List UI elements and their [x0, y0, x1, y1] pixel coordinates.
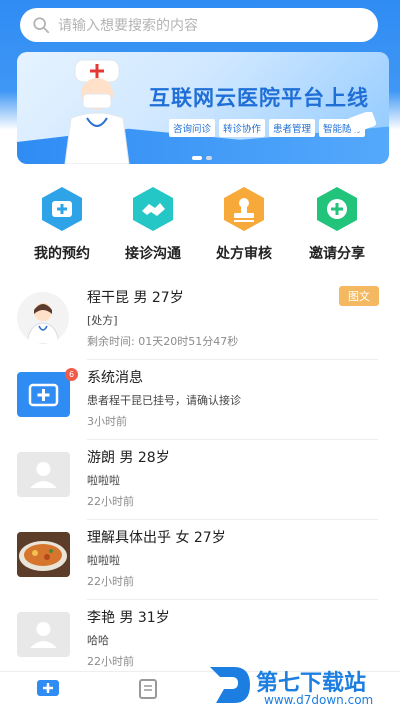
quick-menu: 我的预约 接诊沟通 处方审核 邀请分享 — [0, 185, 400, 263]
menu-consultation[interactable]: 接诊沟通 — [113, 185, 193, 263]
menu-prescription-review[interactable]: 处方审核 — [204, 185, 284, 263]
message-preview: 啦啦啦 — [87, 554, 120, 567]
message-preview: [处方] — [87, 314, 118, 327]
page-dot — [206, 156, 212, 160]
menu-my-appointments[interactable]: 我的预约 — [22, 185, 102, 263]
food-photo-avatar — [17, 532, 70, 577]
message-preview: 哈哈 — [87, 634, 109, 647]
handshake-icon — [133, 187, 173, 231]
menu-label: 我的预约 — [34, 246, 90, 262]
tab-records[interactable] — [128, 678, 168, 711]
menu-label: 处方审核 — [216, 246, 272, 262]
user-placeholder-icon — [17, 612, 70, 657]
plus-icon — [317, 187, 357, 231]
stamp-icon — [224, 187, 264, 231]
message-title: 系统消息 — [87, 370, 143, 386]
list-item[interactable]: 程干昆 男 27岁 图文 [处方] 剩余时间: 01天20时51分47秒 — [0, 280, 400, 360]
list-item[interactable]: 6 系统消息 患者程干昆已挂号，请确认接诊 3小时前 — [0, 360, 400, 440]
doctor-illustration — [64, 59, 130, 164]
patient-name: 游朗 男 28岁 — [87, 450, 170, 466]
banner-pagination — [192, 156, 212, 160]
patient-name: 程干昆 男 27岁 — [87, 290, 184, 306]
message-time: 22小时前 — [87, 575, 134, 588]
message-time: 22小时前 — [87, 655, 134, 668]
system-message-icon — [17, 372, 70, 417]
default-avatar — [17, 612, 70, 657]
search-bar[interactable]: 请输入想要搜索的内容 — [20, 8, 378, 42]
default-avatar — [17, 452, 70, 497]
page-dot-active — [192, 156, 202, 160]
message-time: 3小时前 — [87, 415, 127, 428]
food-photo-icon — [17, 532, 70, 577]
phone-icon — [347, 112, 377, 132]
banner-tag: 转诊协作 — [219, 119, 266, 137]
watermark-url: www.d7down.com — [264, 693, 374, 707]
message-time: 剩余时间: 01天20时51分47秒 — [87, 335, 239, 348]
user-placeholder-icon — [17, 452, 70, 497]
promo-banner[interactable]: 互联网云医院平台上线 咨询问诊 转诊协作 患者管理 智能随访 — [17, 52, 389, 164]
banner-title: 互联网云医院平台上线 — [149, 86, 369, 110]
patient-name: 李艳 男 31岁 — [87, 610, 170, 626]
menu-label: 邀请分享 — [309, 246, 365, 262]
list-item[interactable]: 游朗 男 28岁 啦啦啦 22小时前 — [0, 440, 400, 520]
banner-tags: 咨询问诊 转诊协作 患者管理 智能随访 — [169, 119, 366, 137]
message-preview: 患者程干昆已挂号，请确认接诊 — [87, 394, 241, 407]
d7-logo-icon — [210, 667, 250, 703]
medical-kit-icon — [42, 187, 82, 231]
unread-badge: 6 — [65, 368, 78, 381]
chat-medical-icon — [37, 680, 59, 696]
banner-tag: 咨询问诊 — [169, 119, 216, 137]
banner-tag: 患者管理 — [269, 119, 316, 137]
menu-label: 接诊沟通 — [125, 246, 181, 262]
consult-type-badge: 图文 — [339, 286, 379, 306]
message-time: 22小时前 — [87, 495, 134, 508]
message-preview: 啦啦啦 — [87, 474, 120, 487]
menu-invite-share[interactable]: 邀请分享 — [297, 185, 377, 263]
medical-box-icon — [28, 383, 59, 407]
search-input[interactable]: 请输入想要搜索的内容 — [58, 15, 198, 35]
doctor-avatar-icon — [26, 303, 60, 344]
doctor-avatar — [17, 292, 69, 344]
tab-messages[interactable] — [28, 678, 68, 711]
document-icon — [139, 679, 157, 699]
list-item[interactable]: 理解具体出乎 女 27岁 啦啦啦 22小时前 — [0, 520, 400, 600]
watermark: 第七下载站 www.d7down.com — [206, 663, 396, 711]
patient-name: 理解具体出乎 女 27岁 — [87, 530, 226, 546]
search-icon — [33, 17, 50, 34]
